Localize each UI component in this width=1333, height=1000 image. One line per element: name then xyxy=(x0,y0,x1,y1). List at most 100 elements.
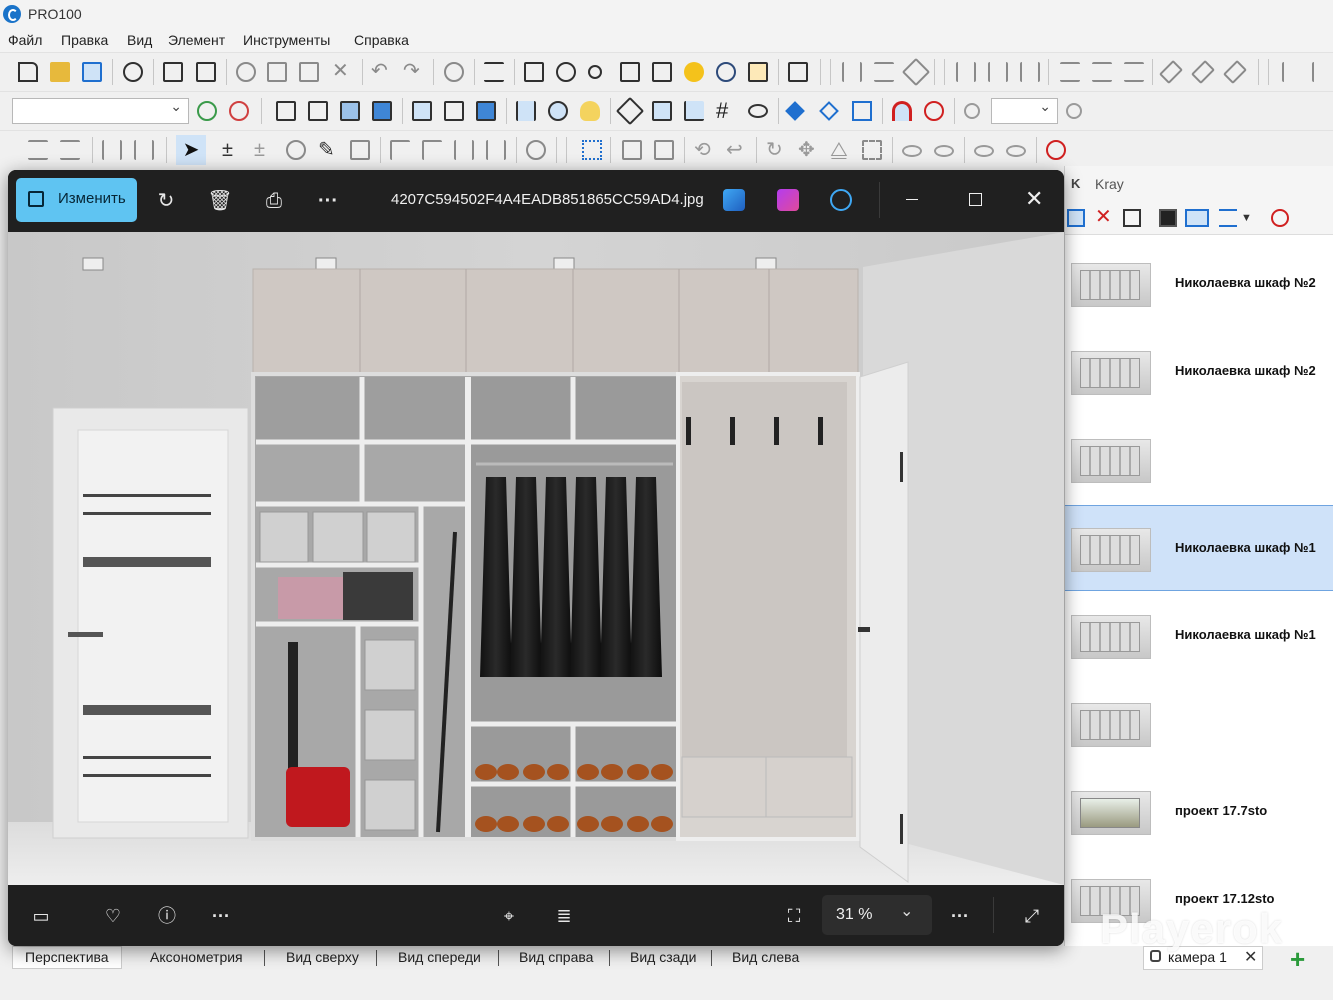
project-item[interactable] xyxy=(1065,417,1333,503)
rotate-back-icon[interactable]: ↩ xyxy=(726,140,746,160)
more-zoom-options-icon[interactable]: ··· xyxy=(947,905,973,927)
remove-point-icon[interactable] xyxy=(229,101,249,121)
light-icon[interactable] xyxy=(684,62,704,82)
panel-frame-icon[interactable] xyxy=(1123,209,1141,227)
select-group-icon[interactable] xyxy=(582,140,602,160)
snap-edge-icon[interactable] xyxy=(819,101,839,121)
distribute-bottom-icon[interactable] xyxy=(1124,62,1144,82)
project-item[interactable] xyxy=(1065,681,1333,767)
redo-icon[interactable]: ↷ xyxy=(403,61,423,81)
crosshair-icon[interactable] xyxy=(1046,140,1066,160)
diag-3-icon[interactable] xyxy=(1222,59,1248,85)
copy-frames-icon[interactable] xyxy=(652,62,672,82)
align-v-center-icon[interactable] xyxy=(842,62,862,82)
tab-back-view[interactable]: Вид сзади xyxy=(630,949,696,965)
panel-list-view-icon[interactable] xyxy=(1219,209,1237,227)
properties-icon[interactable] xyxy=(484,62,504,82)
cut-icon[interactable] xyxy=(236,62,256,82)
snap-face-icon[interactable] xyxy=(852,101,872,121)
layer-select[interactable] xyxy=(12,98,189,124)
view-mode-3-icon[interactable] xyxy=(476,101,496,121)
distribute-center-icon[interactable] xyxy=(988,62,1008,82)
cube-hidden-icon[interactable] xyxy=(308,101,328,121)
minimize-icon[interactable] xyxy=(906,199,918,200)
visual-search-icon[interactable]: ⌖ xyxy=(496,905,522,927)
print-icon[interactable]: ⎙ xyxy=(261,189,287,213)
panel-dropdown-icon[interactable]: ▼ xyxy=(1241,209,1259,227)
open-folder-icon[interactable] xyxy=(50,62,70,82)
lasso-icon[interactable] xyxy=(286,140,306,160)
tab-axonometry[interactable]: Аксонометрия xyxy=(150,949,243,965)
project-item[interactable]: Николаевка шкаф №2 xyxy=(1065,241,1333,327)
align-h-center-icon[interactable] xyxy=(874,62,894,82)
fit-to-window-icon[interactable]: ⛶ xyxy=(781,905,807,927)
panel-grid-view-icon[interactable] xyxy=(1185,209,1209,227)
hide-all-icon[interactable] xyxy=(974,145,994,157)
report-icon[interactable] xyxy=(748,62,768,82)
settings-print-icon[interactable] xyxy=(123,62,143,82)
eye-render-icon[interactable] xyxy=(716,62,736,82)
rotate-left-icon[interactable]: ⟲ xyxy=(694,140,714,160)
align-left-icon[interactable] xyxy=(1282,62,1302,82)
view-mode-2-icon[interactable] xyxy=(444,101,464,121)
zoom-dropdown[interactable]: 31 % ⌄ xyxy=(822,895,932,935)
project-item[interactable]: Николаевка шкаф №1 xyxy=(1065,593,1333,679)
group-icon[interactable] xyxy=(622,140,642,160)
insert-2-icon[interactable]: ± xyxy=(254,140,274,160)
menu-help[interactable]: Справка xyxy=(354,32,409,48)
show-all-icon[interactable] xyxy=(1006,145,1026,157)
corner-3-icon[interactable] xyxy=(454,140,474,160)
document-icon[interactable] xyxy=(524,62,544,82)
save-icon[interactable] xyxy=(82,62,102,82)
eye-icon[interactable] xyxy=(748,104,768,118)
menu-edit[interactable]: Правка xyxy=(61,32,108,48)
align-diagonal-icon[interactable] xyxy=(901,57,931,87)
tab-front-view[interactable]: Вид спереди xyxy=(398,949,481,965)
edit-button[interactable]: Изменить xyxy=(16,178,137,222)
menu-file[interactable]: Файл xyxy=(8,32,42,48)
target-icon[interactable] xyxy=(924,101,944,121)
rotate-icon[interactable]: ↻ xyxy=(153,189,179,213)
zoom-out-icon[interactable] xyxy=(964,103,980,119)
move-icon[interactable]: ✥ xyxy=(798,140,818,160)
tab-top-view[interactable]: Вид сверху xyxy=(286,949,359,965)
panel-delete-icon[interactable]: ✕ xyxy=(1095,207,1113,227)
shelf-h2-icon[interactable] xyxy=(60,140,80,160)
panel-v-icon[interactable] xyxy=(102,140,122,160)
corner-2-icon[interactable] xyxy=(422,140,442,160)
sum-icon[interactable] xyxy=(788,62,808,82)
cube-shaded-icon[interactable] xyxy=(340,101,360,121)
corner-4-icon[interactable] xyxy=(486,140,506,160)
ungroup-icon[interactable] xyxy=(654,140,674,160)
shape-icon[interactable] xyxy=(350,140,370,160)
panel-large-view-icon[interactable] xyxy=(1159,209,1177,227)
shelf-h-icon[interactable] xyxy=(28,140,48,160)
diag-1-icon[interactable] xyxy=(1158,59,1184,85)
copy-icon[interactable] xyxy=(267,62,287,82)
filmstrip-icon[interactable]: ▭ xyxy=(28,905,54,927)
materials-icon[interactable] xyxy=(548,101,568,121)
view-mode-1-icon[interactable] xyxy=(412,101,432,121)
hide-icon[interactable] xyxy=(902,145,922,157)
new-file-icon[interactable] xyxy=(18,62,38,82)
panel-v2-icon[interactable] xyxy=(134,140,154,160)
panel-power-icon[interactable] xyxy=(1271,209,1289,227)
tag-icon[interactable] xyxy=(615,96,645,126)
more-options-icon[interactable]: ··· xyxy=(208,905,234,927)
add-point-icon[interactable] xyxy=(197,101,217,121)
delete-icon[interactable]: ✕ xyxy=(332,61,352,81)
lightbulb-icon[interactable] xyxy=(580,101,600,121)
distribute-right-icon[interactable] xyxy=(1020,62,1040,82)
show-icon[interactable] xyxy=(934,145,954,157)
magnifier-icon[interactable] xyxy=(556,62,576,82)
project-item[interactable]: Николаевка шкаф №2 xyxy=(1065,329,1333,415)
diag-2-icon[interactable] xyxy=(1190,59,1216,85)
dimension-icon[interactable] xyxy=(652,101,672,121)
eyedropper-icon[interactable]: ✎ xyxy=(318,140,338,160)
gear-icon[interactable] xyxy=(444,62,464,82)
project-item-selected[interactable]: Николаевка шкаф №1 xyxy=(1065,505,1333,591)
favorite-heart-icon[interactable]: ♡ xyxy=(100,905,126,927)
cube-wire-icon[interactable] xyxy=(276,101,296,121)
tab-right-view[interactable]: Вид справа xyxy=(519,949,593,965)
zoom-in-icon[interactable] xyxy=(1066,103,1082,119)
